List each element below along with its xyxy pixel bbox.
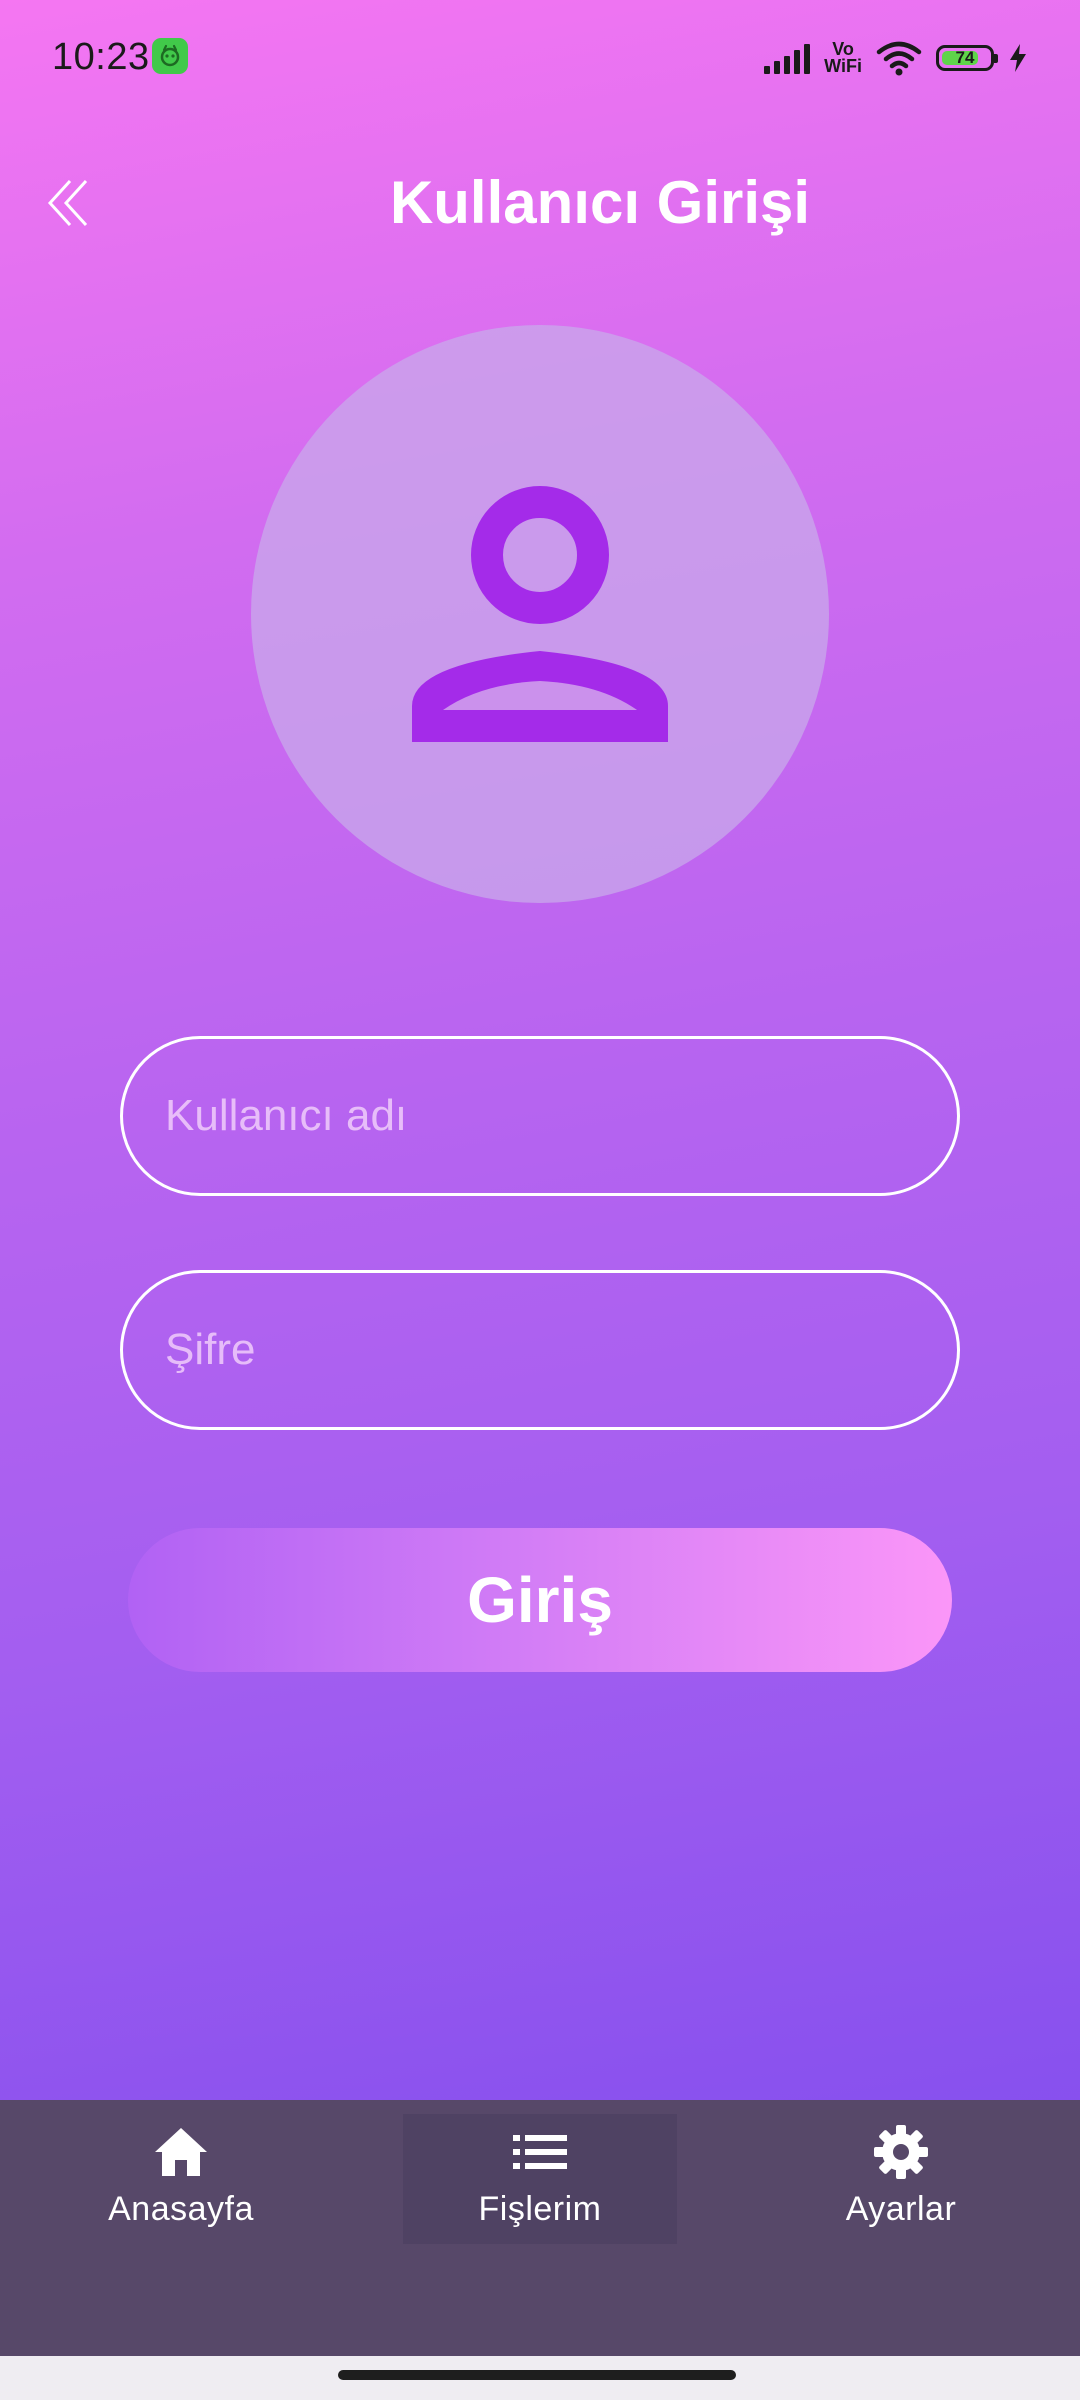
- double-chevron-left-icon: [47, 179, 88, 227]
- nav-label-settings: Ayarlar: [845, 2190, 957, 2228]
- status-icons: Vo WiFi 74: [764, 36, 1028, 80]
- person-outline-icon: [412, 486, 668, 742]
- nav-item-receipts[interactable]: Fişlerim: [403, 2114, 677, 2244]
- username-input[interactable]: [120, 1036, 960, 1196]
- nav-label-home: Anasayfa: [108, 2190, 254, 2228]
- bottom-nav: Anasayfa Fişlerim Ayarlar: [0, 2100, 1080, 2356]
- battery-icon: 74: [936, 45, 998, 71]
- back-button[interactable]: [40, 170, 100, 236]
- gesture-handle[interactable]: [338, 2370, 736, 2380]
- battery-level: 74: [955, 48, 975, 67]
- password-input[interactable]: [120, 1270, 960, 1430]
- signal-icon: [764, 42, 811, 74]
- vowifi-icon: Vo WiFi: [824, 40, 862, 76]
- list-icon: [513, 2122, 567, 2182]
- settings-icon: [873, 2122, 929, 2182]
- nav-label-receipts: Fişlerim: [478, 2190, 602, 2228]
- app-notification-icon: [152, 38, 188, 74]
- status-bar: 10:23 Vo WiFi 74: [0, 0, 1080, 110]
- nav-item-home[interactable]: Anasayfa: [44, 2114, 318, 2244]
- vowifi-bottom-label: WiFi: [824, 56, 862, 76]
- wifi-icon: [876, 41, 922, 76]
- status-time: 10:23: [52, 36, 150, 78]
- login-button[interactable]: Giriş: [128, 1528, 952, 1672]
- avatar: [251, 325, 829, 903]
- nav-item-settings[interactable]: Ayarlar: [764, 2114, 1038, 2244]
- charging-icon: [1010, 44, 1026, 72]
- gesture-bar: [0, 2356, 1080, 2400]
- home-icon: [153, 2122, 209, 2182]
- page-title: Kullanıcı Girişi: [389, 169, 811, 236]
